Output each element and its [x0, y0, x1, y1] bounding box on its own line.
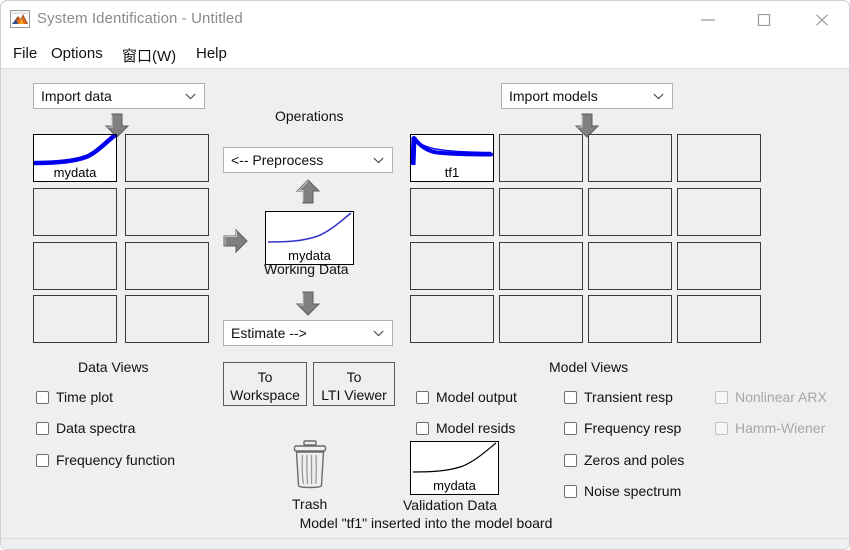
- window-title: System Identification - Untitled: [37, 10, 243, 27]
- model-cell-empty[interactable]: [499, 134, 583, 182]
- preprocess-dropdown[interactable]: <-- Preprocess: [223, 147, 393, 173]
- import-data-dropdown[interactable]: Import data: [33, 83, 205, 109]
- checkbox-box: [36, 422, 49, 435]
- checkbox-box: [715, 422, 728, 435]
- to-lti-viewer-line1: To: [346, 369, 362, 385]
- checkbox-box: [564, 454, 577, 467]
- estimate-value: Estimate -->: [231, 325, 307, 341]
- menu-bar: File Options 窗口(W) Help: [1, 38, 849, 69]
- import-models-value: Import models: [509, 88, 598, 104]
- chevron-down-icon: [185, 93, 196, 100]
- model-cell-empty[interactable]: [410, 242, 494, 290]
- trash-label: Trash: [292, 496, 328, 512]
- model-cell-empty[interactable]: [410, 295, 494, 343]
- data-cell-empty[interactable]: [33, 188, 117, 236]
- matlab-icon: [10, 10, 30, 28]
- data-cell-empty[interactable]: [125, 134, 209, 182]
- data-cell-empty[interactable]: [33, 242, 117, 290]
- checkbox-box: [564, 422, 577, 435]
- checkbox-label: Data spectra: [56, 420, 136, 436]
- model-cell-empty[interactable]: [588, 134, 672, 182]
- status-message: Model "tf1" inserted into the model boar…: [299, 515, 553, 531]
- to-workspace-line1: To: [257, 369, 273, 385]
- checkbox-box: [416, 391, 429, 404]
- checkbox-label: Time plot: [56, 389, 114, 405]
- menu-item-window[interactable]: 窗口(W): [118, 43, 180, 68]
- checkbox-label: Nonlinear ARX: [735, 389, 827, 405]
- checkbox-label: Frequency function: [56, 452, 176, 468]
- model-cell-label: tf1: [444, 165, 460, 180]
- data-cell-empty[interactable]: [125, 242, 209, 290]
- validation-data-label: mydata: [433, 478, 476, 493]
- checkbox-label: Zeros and poles: [584, 452, 685, 468]
- chevron-down-icon: [653, 93, 664, 100]
- model-cell-empty[interactable]: [588, 188, 672, 236]
- validation-data-caption: Validation Data: [403, 497, 497, 513]
- working-data-caption: Working Data: [264, 261, 349, 277]
- validation-data-thumbnail[interactable]: mydata: [410, 441, 499, 495]
- checkbox-box: [36, 454, 49, 467]
- model-views-caption: Model Views: [549, 359, 629, 375]
- data-cell-empty[interactable]: [125, 295, 209, 343]
- import-models-dropdown[interactable]: Import models: [501, 83, 673, 109]
- trash-icon[interactable]: [291, 440, 329, 495]
- checkbox-label: Frequency resp: [584, 420, 682, 436]
- model-cell-empty[interactable]: [588, 295, 672, 343]
- data-cell-label: mydata: [53, 165, 97, 180]
- to-workspace-line2: Workspace: [230, 387, 300, 403]
- data-cell-mydata[interactable]: mydata: [33, 134, 117, 182]
- menu-item-options[interactable]: Options: [47, 43, 107, 64]
- minimize-icon: [701, 19, 715, 21]
- model-cell-tf1[interactable]: tf1: [410, 134, 494, 182]
- model-cell-empty[interactable]: [677, 295, 761, 343]
- checkbox-box: [564, 391, 577, 404]
- working-data-thumbnail[interactable]: mydata: [265, 211, 354, 265]
- preprocess-value: <-- Preprocess: [231, 152, 324, 168]
- minimize-button[interactable]: [685, 1, 731, 38]
- import-data-value: Import data: [41, 88, 112, 104]
- data-cell-empty[interactable]: [125, 188, 209, 236]
- data-cell-empty[interactable]: [33, 295, 117, 343]
- model-cell-empty[interactable]: [677, 188, 761, 236]
- data-views-caption: Data Views: [78, 359, 149, 375]
- arrow-right-icon: [223, 228, 248, 259]
- model-cell-empty[interactable]: [588, 242, 672, 290]
- checkbox-label: Transient resp: [584, 389, 673, 405]
- menu-item-file[interactable]: File: [9, 43, 41, 64]
- maximize-icon: [757, 14, 771, 26]
- arrow-down-icon-estimate: [295, 291, 321, 321]
- model-cell-empty[interactable]: [499, 242, 583, 290]
- chevron-down-icon: [373, 330, 384, 337]
- checkbox-label: Hamm-Wiener: [735, 420, 826, 436]
- maximize-button[interactable]: [741, 1, 787, 38]
- model-cell-empty[interactable]: [499, 188, 583, 236]
- status-bar: Model "tf1" inserted into the model boar…: [1, 515, 849, 537]
- chevron-down-icon: [373, 157, 384, 164]
- estimate-dropdown[interactable]: Estimate -->: [223, 320, 393, 346]
- model-cell-empty[interactable]: [499, 295, 583, 343]
- operations-caption: Operations: [275, 108, 344, 124]
- status-divider: [1, 538, 849, 539]
- checkbox-label: Model resids: [436, 420, 516, 436]
- checkbox-label: Model output: [436, 389, 517, 405]
- model-cell-empty[interactable]: [677, 134, 761, 182]
- checkbox-box: [564, 485, 577, 498]
- checkbox-box: [416, 422, 429, 435]
- model-cell-empty[interactable]: [410, 188, 494, 236]
- to-lti-viewer-line2: LTI Viewer: [321, 387, 387, 403]
- arrow-up-icon: [295, 179, 321, 209]
- to-lti-viewer-button[interactable]: To LTI Viewer: [313, 362, 395, 406]
- model-cell-empty[interactable]: [677, 242, 761, 290]
- title-bar: System Identification - Untitled: [1, 1, 849, 38]
- client-area: Import data Import models mydata tf1 Ope…: [1, 69, 849, 549]
- menu-item-help[interactable]: Help: [192, 43, 231, 64]
- app-window: System Identification - Untitled File Op…: [0, 0, 850, 550]
- close-icon: [816, 14, 828, 26]
- checkbox-box: [715, 391, 728, 404]
- checkbox-label: Noise spectrum: [584, 483, 682, 499]
- checkbox-box: [36, 391, 49, 404]
- to-workspace-button[interactable]: To Workspace: [223, 362, 307, 406]
- close-button[interactable]: [799, 1, 845, 38]
